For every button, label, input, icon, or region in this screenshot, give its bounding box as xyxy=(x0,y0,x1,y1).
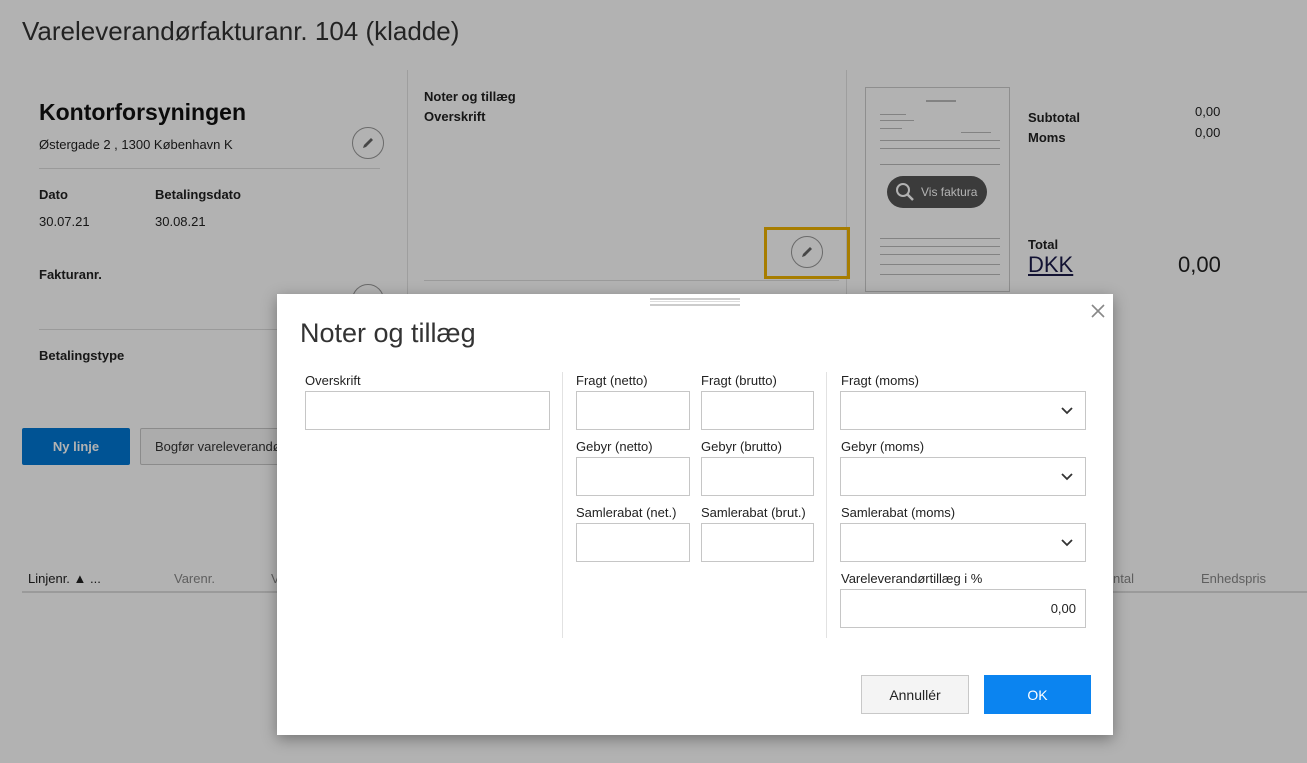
tillaeg-input[interactable] xyxy=(840,589,1086,628)
fragt-netto-label: Fragt (netto) xyxy=(576,373,648,388)
gebyr-netto-label: Gebyr (netto) xyxy=(576,439,653,454)
fragt-brutto-input[interactable] xyxy=(701,391,814,430)
overskrift-label: Overskrift xyxy=(305,373,361,388)
gebyr-moms-label: Gebyr (moms) xyxy=(841,439,925,454)
modal-title: Noter og tillæg xyxy=(300,318,476,348)
chevron-down-icon xyxy=(1061,473,1073,481)
column-divider xyxy=(826,372,827,638)
drag-handle[interactable] xyxy=(650,298,740,306)
fragt-moms-select[interactable] xyxy=(840,391,1086,430)
samlerabat-net-label: Samlerabat (net.) xyxy=(576,505,677,520)
fragt-netto-input[interactable] xyxy=(576,391,690,430)
samlerabat-brut-input[interactable] xyxy=(701,523,814,562)
samlerabat-net-input[interactable] xyxy=(576,523,690,562)
samlerabat-moms-select[interactable] xyxy=(840,523,1086,562)
overskrift-input[interactable] xyxy=(305,391,550,430)
gebyr-brutto-label: Gebyr (brutto) xyxy=(701,439,782,454)
close-icon xyxy=(1091,304,1105,318)
chevron-down-icon xyxy=(1061,407,1073,415)
samlerabat-brut-label: Samlerabat (brut.) xyxy=(701,505,806,520)
notes-modal: Noter og tillæg Overskrift Fragt (netto)… xyxy=(277,294,1113,735)
fragt-moms-label: Fragt (moms) xyxy=(841,373,919,388)
gebyr-brutto-input[interactable] xyxy=(701,457,814,496)
gebyr-moms-select[interactable] xyxy=(840,457,1086,496)
column-divider xyxy=(562,372,563,638)
close-button[interactable] xyxy=(1087,300,1109,322)
gebyr-netto-input[interactable] xyxy=(576,457,690,496)
cancel-button[interactable]: Annullér xyxy=(861,675,969,714)
tillaeg-label: Vareleverandørtillæg i % xyxy=(841,571,983,586)
chevron-down-icon xyxy=(1061,539,1073,547)
fragt-brutto-label: Fragt (brutto) xyxy=(701,373,777,388)
ok-button[interactable]: OK xyxy=(984,675,1091,714)
samlerabat-moms-label: Samlerabat (moms) xyxy=(841,505,956,520)
